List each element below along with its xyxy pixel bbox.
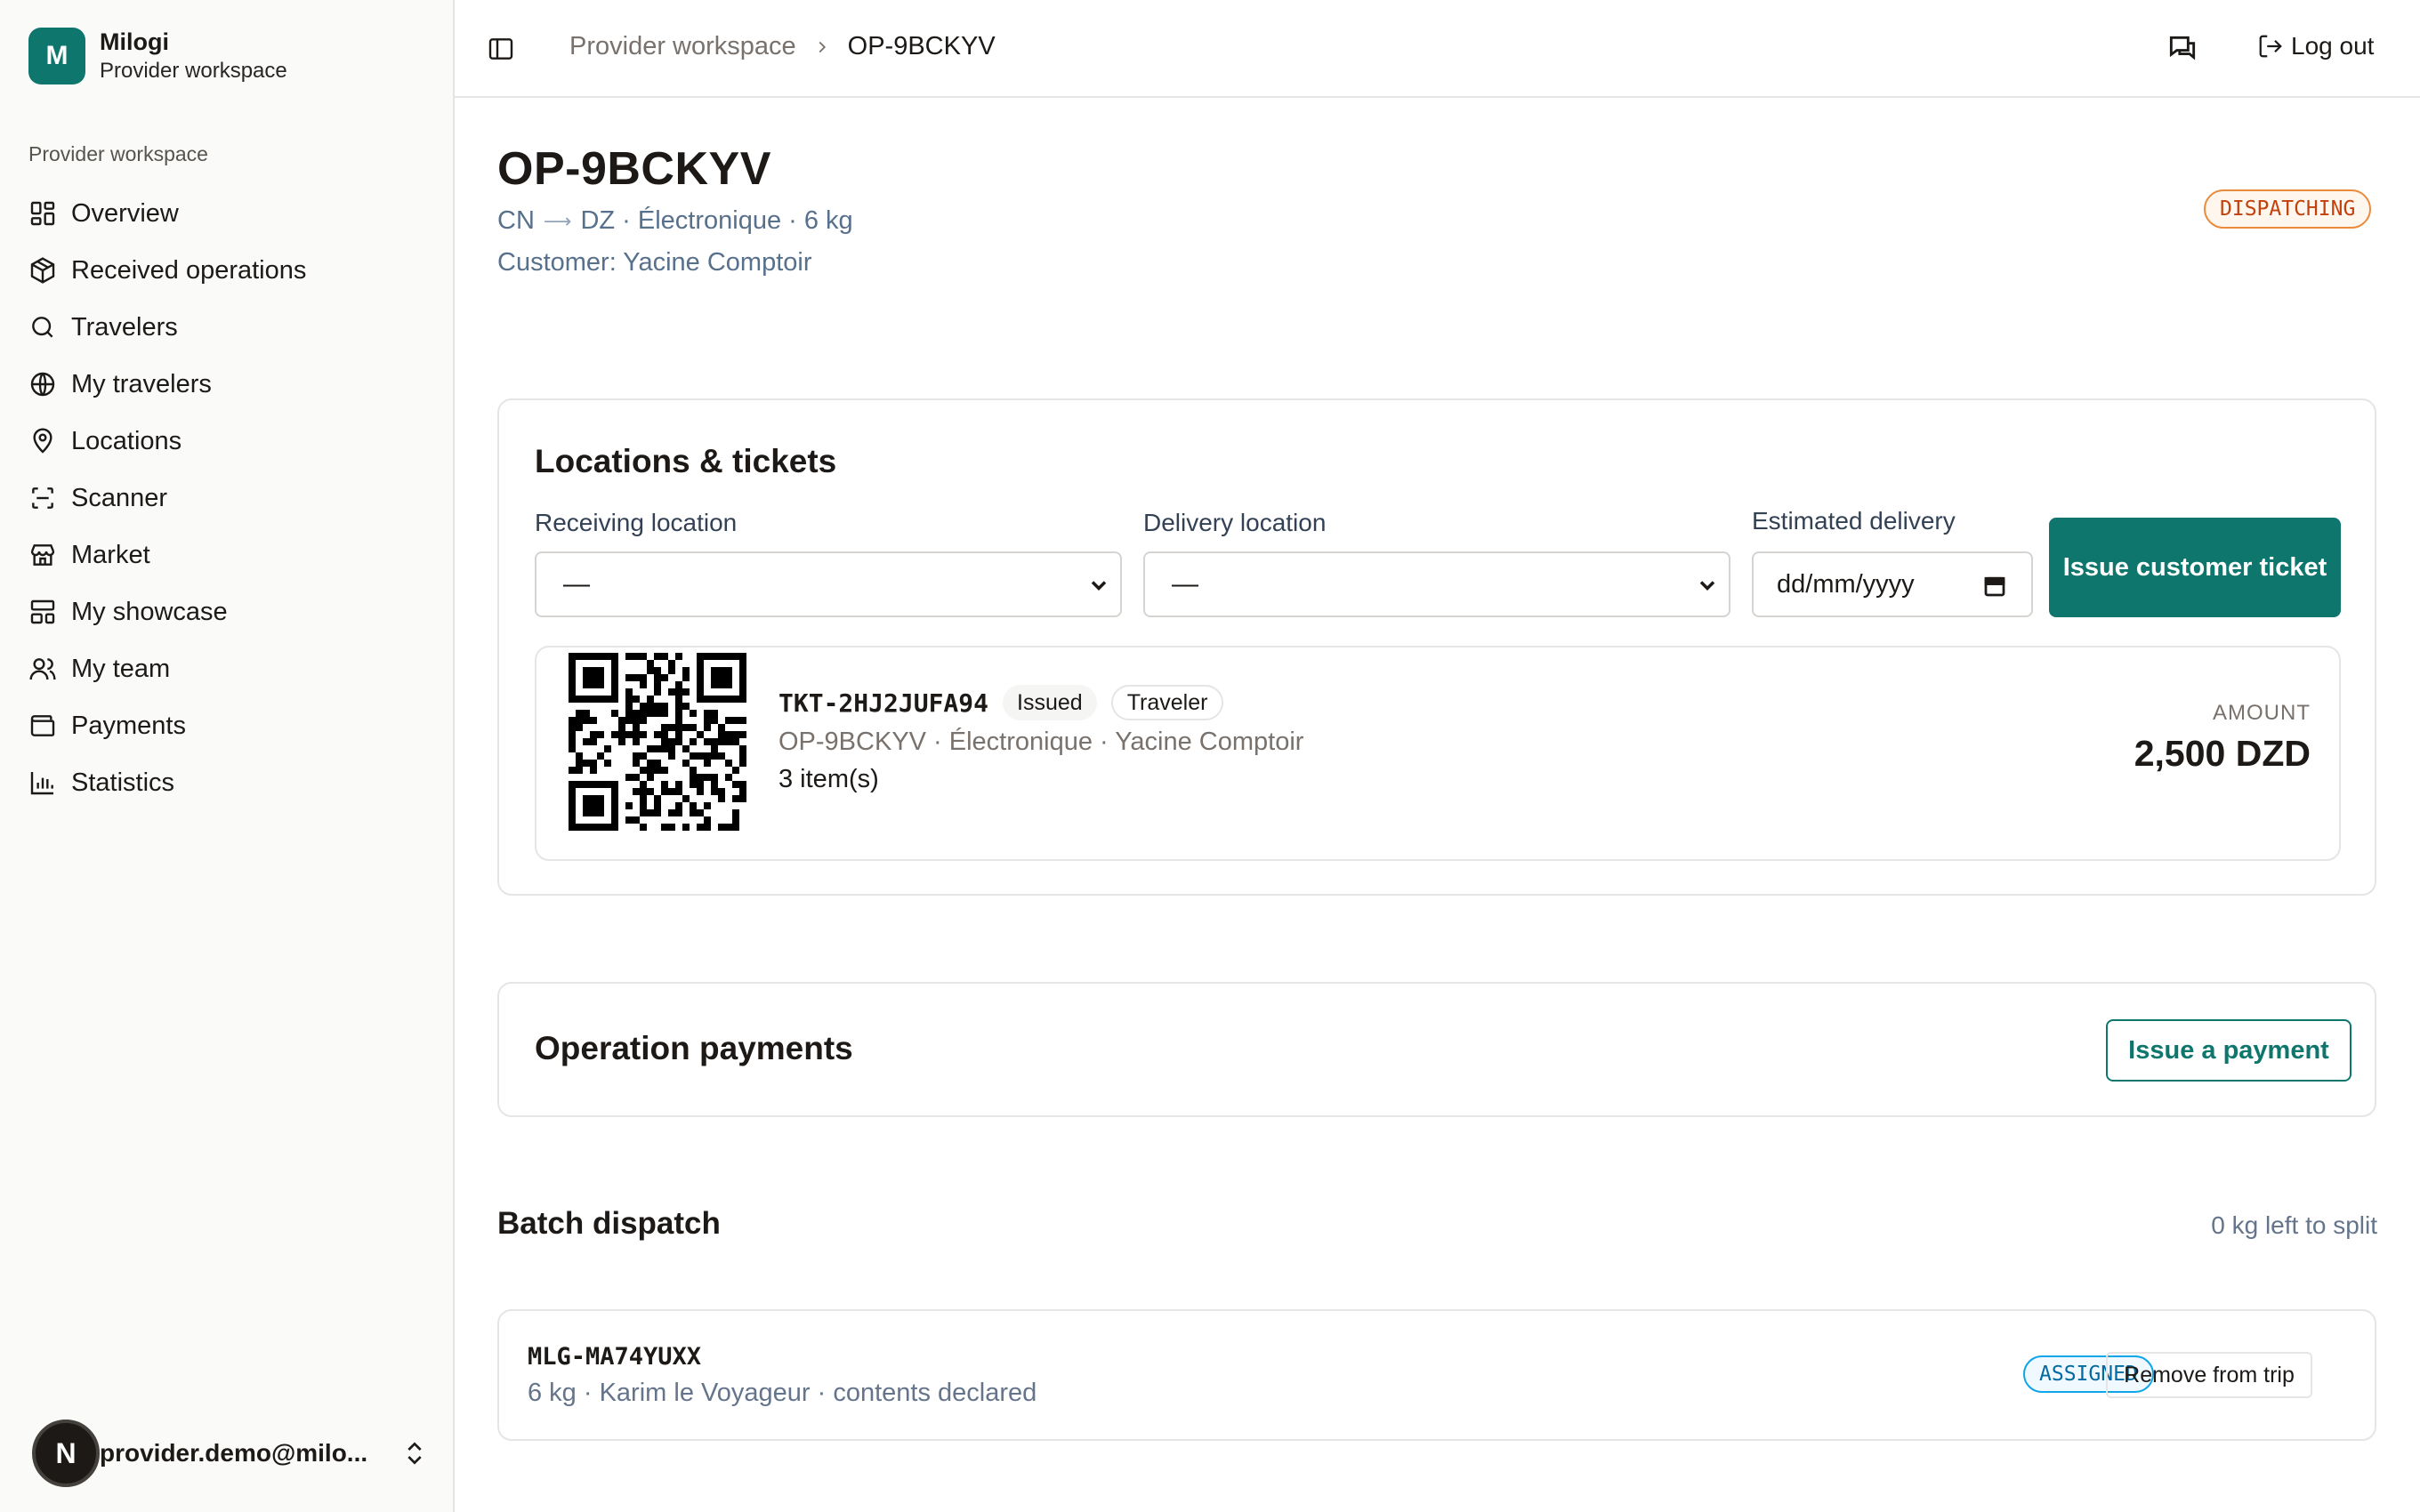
remove-from-trip-button[interactable]: Remove from trip xyxy=(2106,1352,2312,1398)
operation-header: OP-9BCKYV CN ⟶ DZ · Électronique · 6 kg … xyxy=(497,142,853,277)
scan-icon xyxy=(32,487,53,509)
locations-title: Locations & tickets xyxy=(535,443,837,479)
sidebar-item-scanner[interactable]: Scanner xyxy=(18,470,436,527)
breadcrumb: Provider workspace OP-9BCKYV xyxy=(569,32,996,61)
log-out-icon xyxy=(2259,35,2282,58)
ticket-items: 3 item(s) xyxy=(778,765,879,793)
map-pin-icon xyxy=(33,428,52,454)
estimated-delivery-label: Estimated delivery xyxy=(1752,507,1956,535)
status-badge: DISPATCHING xyxy=(2204,189,2372,229)
chevron-right-icon xyxy=(819,41,826,52)
amount-label: AMOUNT xyxy=(2213,701,2311,725)
ticket-card: TKT-2HJ2JUFA94 Issued Traveler OP-9BCKYV… xyxy=(535,646,2341,861)
sidebar: M Milogi Provider workspace Provider wor… xyxy=(0,0,455,1512)
user-email: provider.demo@milo... xyxy=(100,1439,368,1467)
sidebar-item-label: Locations xyxy=(71,426,182,455)
route-origin: CN xyxy=(497,206,535,235)
brand-name: Milogi xyxy=(100,28,169,55)
calendar-icon[interactable] xyxy=(1981,573,2008,599)
globe-icon xyxy=(30,372,55,397)
delivery-location-select[interactable]: — xyxy=(1143,551,1730,617)
sidebar-item-label: My travelers xyxy=(71,369,212,398)
batch-meta: 6 kg · Karim le Voyageur · contents decl… xyxy=(528,1379,1037,1407)
sidebar-item-market[interactable]: Market xyxy=(18,527,436,583)
ticket-type-tag: Traveler xyxy=(1110,685,1224,720)
delivery-location-value: — xyxy=(1172,569,1198,599)
topbar: Provider workspace OP-9BCKYV Log out xyxy=(455,0,2420,98)
sidebar-item-statistics[interactable]: Statistics xyxy=(18,754,436,811)
payments-title: Operation payments xyxy=(535,1030,853,1066)
issue-payment-button[interactable]: Issue a payment xyxy=(2106,1019,2351,1082)
receiving-location-value: — xyxy=(563,569,590,599)
operation-customer: Customer: Yacine Comptoir xyxy=(497,248,812,277)
messages-icon[interactable] xyxy=(2166,32,2199,66)
ticket-status-tag: Issued xyxy=(1003,685,1097,720)
sidebar-item-overview[interactable]: Overview xyxy=(18,185,436,242)
ticket-code: TKT-2HJ2JUFA94 xyxy=(778,688,989,718)
main-content: Provider workspace OP-9BCKYV Log out OP-… xyxy=(455,0,2420,1512)
chevrons-up-down-icon xyxy=(407,1442,422,1465)
bar-chart-icon xyxy=(30,772,53,795)
issue-customer-ticket-button[interactable]: Issue customer ticket xyxy=(2049,518,2341,617)
brand-logo: M xyxy=(28,28,85,84)
amount-value: 2,500 DZD xyxy=(2134,733,2311,774)
sidebar-item-my-travelers[interactable]: My travelers xyxy=(18,356,436,413)
breadcrumb-current: OP-9BCKYV xyxy=(847,32,996,60)
batch-code: MLG-MA74YUXX xyxy=(528,1343,702,1371)
sidebar-item-label: My team xyxy=(71,654,171,683)
batch-left-to-split: 0 kg left to split xyxy=(2211,1211,2377,1239)
ticket-qr-code xyxy=(569,653,746,831)
sidebar-item-received-operations[interactable]: Received operations xyxy=(18,242,436,299)
sidebar-item-payments[interactable]: Payments xyxy=(18,697,436,754)
estimated-delivery-placeholder: dd/mm/yyyy xyxy=(1777,569,1915,599)
sidebar-item-label: Market xyxy=(71,540,150,569)
chevron-down-icon xyxy=(1699,581,1715,591)
search-icon xyxy=(32,317,53,338)
store-icon xyxy=(30,544,55,566)
logout-label: Log out xyxy=(2291,32,2375,60)
sidebar-item-label: Payments xyxy=(71,711,186,740)
route-destination: DZ · Électronique · 6 kg xyxy=(580,206,853,235)
sidebar-item-travelers[interactable]: Travelers xyxy=(18,299,436,356)
estimated-delivery-input[interactable]: dd/mm/yyyy xyxy=(1752,551,2033,617)
receiving-location-label: Receiving location xyxy=(535,509,738,536)
ticket-code-row: TKT-2HJ2JUFA94 Issued Traveler xyxy=(778,685,1224,720)
package-icon xyxy=(30,257,55,284)
sidebar-item-label: My showcase xyxy=(71,597,228,626)
avatar: N xyxy=(32,1420,100,1487)
user-menu[interactable]: N provider.demo@milo... xyxy=(32,1411,429,1496)
chevron-down-icon xyxy=(1091,581,1107,591)
brand-subtitle: Provider workspace xyxy=(100,59,287,83)
page-title: OP-9BCKYV xyxy=(497,143,771,195)
operation-route: CN ⟶ DZ · Électronique · 6 kg xyxy=(497,206,853,236)
locations-card: Locations & tickets Receiving location —… xyxy=(497,398,2376,896)
layout-icon xyxy=(30,599,55,624)
breadcrumb-parent[interactable]: Provider workspace xyxy=(569,32,796,61)
sidebar-item-locations[interactable]: Locations xyxy=(18,413,436,470)
sidebar-group-label: Provider workspace xyxy=(28,142,208,165)
wallet-icon xyxy=(30,715,55,736)
logout-button[interactable]: Log out xyxy=(2257,32,2374,60)
sidebar-item-label: Scanner xyxy=(71,483,168,512)
batch-dispatch-title: Batch dispatch xyxy=(497,1206,721,1241)
users-icon xyxy=(29,658,56,680)
sidebar-item-label: Statistics xyxy=(71,768,175,797)
batch-item: MLG-MA74YUXX 6 kg · Karim le Voyageur · … xyxy=(497,1309,2376,1441)
sidebar-nav: Overview Received operations Travelers M… xyxy=(18,185,436,811)
brand[interactable]: M Milogi Provider workspace xyxy=(28,27,287,85)
payments-card: Operation payments Issue a payment xyxy=(497,982,2376,1117)
sidebar-item-label: Received operations xyxy=(71,255,307,285)
sidebar-item-label: Overview xyxy=(71,198,179,228)
sidebar-item-label: Travelers xyxy=(71,312,178,342)
receiving-location-select[interactable]: — xyxy=(535,551,1122,617)
grid-icon xyxy=(30,201,55,226)
sidebar-toggle-icon[interactable] xyxy=(487,35,515,63)
sidebar-item-my-showcase[interactable]: My showcase xyxy=(18,583,436,640)
delivery-location-label: Delivery location xyxy=(1143,509,1327,536)
arrow-right-icon: ⟶ xyxy=(543,209,572,232)
sidebar-item-my-team[interactable]: My team xyxy=(18,640,436,697)
ticket-meta: OP-9BCKYV · Électronique · Yacine Compto… xyxy=(778,728,1304,756)
